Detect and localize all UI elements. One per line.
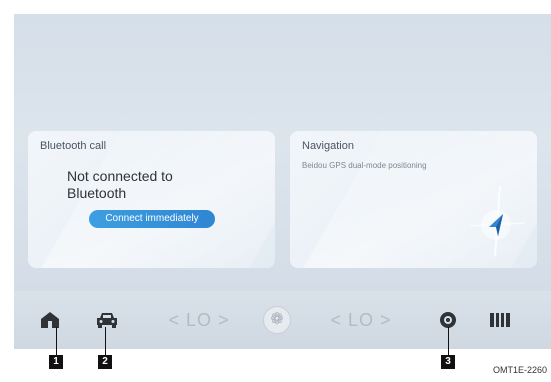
navigation-card-title: Navigation [302,140,354,152]
bluetooth-status: Not connected to Bluetooth [67,168,173,201]
callout-1: 1 [49,355,63,369]
bluetooth-card-title: Bluetooth call [40,140,107,152]
left-temperature-control[interactable]: < LO > [164,291,234,349]
apps-icon [490,313,510,327]
fan-icon: ❁ [263,306,291,334]
bluetooth-call-card[interactable]: Bluetooth call Not connected to Bluetoot… [28,131,275,268]
navigation-card-subtitle: Beidou GPS dual-mode positioning [302,161,427,170]
bottom-dock: < LO > ❁ < LO > [14,291,551,349]
callout-3: 3 [441,355,455,369]
callout-leader [56,327,57,355]
car-icon [97,313,117,328]
figure-reference: OMT1E-2260 [492,365,547,375]
apps-button[interactable] [486,291,514,349]
navigation-arrow-icon [469,185,526,257]
infotainment-screen: Bluetooth call Not connected to Bluetoot… [14,14,551,291]
home-icon [41,312,59,328]
callout-leader [105,327,106,355]
home-button[interactable] [36,291,64,349]
callout-leader [448,327,449,355]
callout-2: 2 [98,355,112,369]
right-temperature-control[interactable]: < LO > [326,291,396,349]
connect-immediately-button[interactable]: Connect immediately [89,210,215,228]
fan-button[interactable]: ❁ [260,291,294,349]
navigation-card[interactable]: Navigation Beidou GPS dual-mode position… [290,131,537,268]
vehicle-button[interactable] [93,291,121,349]
